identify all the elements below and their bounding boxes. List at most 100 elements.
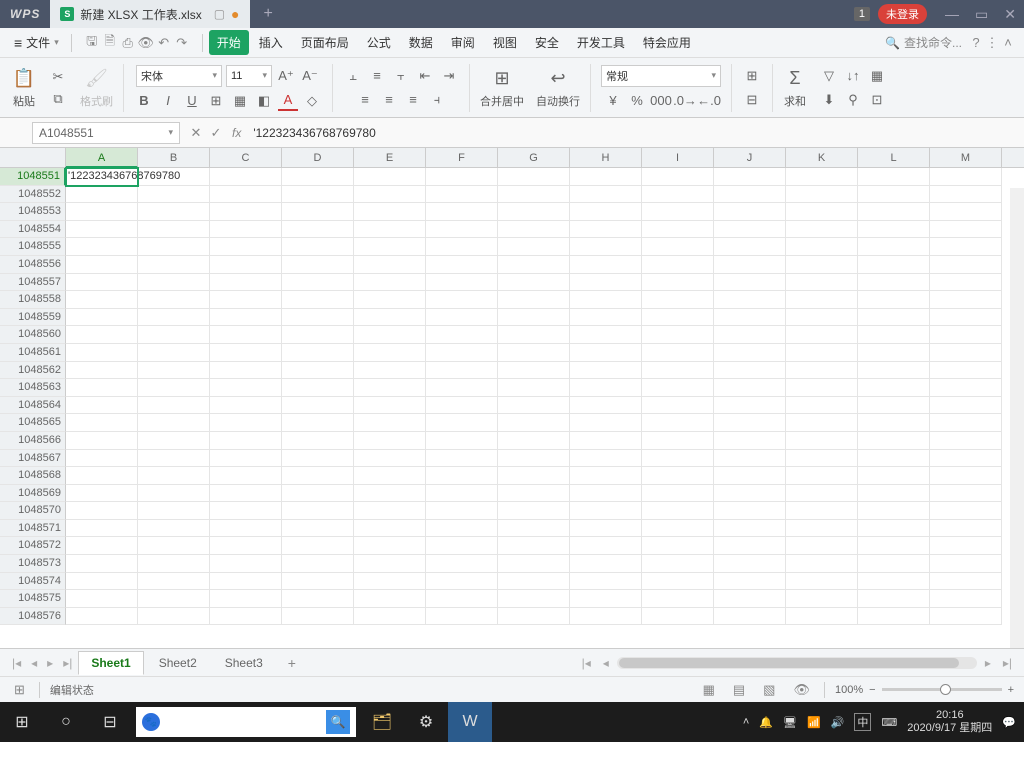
cell[interactable] [858, 520, 930, 538]
cell[interactable] [570, 274, 642, 292]
cell[interactable] [498, 590, 570, 608]
cell[interactable] [930, 274, 1002, 292]
hscroll-thumb[interactable] [619, 658, 959, 668]
cell[interactable] [714, 362, 786, 380]
collapse-ribbon-icon[interactable]: ˄ [1000, 35, 1016, 51]
column-header[interactable]: D [282, 148, 354, 168]
cell[interactable] [714, 537, 786, 555]
cell[interactable] [354, 221, 426, 239]
cell[interactable] [498, 238, 570, 256]
cell[interactable] [66, 379, 138, 397]
wrap-icon[interactable]: ↩ [546, 67, 570, 91]
cell[interactable] [210, 397, 282, 415]
cell[interactable] [210, 450, 282, 468]
cell[interactable] [642, 221, 714, 239]
cell[interactable] [138, 432, 210, 450]
view-break-icon[interactable]: ▧ [759, 682, 779, 698]
cell[interactable] [66, 186, 138, 204]
cell[interactable] [426, 450, 498, 468]
view-normal-icon[interactable]: ▦ [699, 682, 719, 698]
settings-icon[interactable]: ⚙ [404, 702, 448, 742]
cell[interactable] [714, 467, 786, 485]
sheet-nav-first-icon[interactable]: |◂ [8, 656, 25, 670]
cell[interactable] [786, 502, 858, 520]
cell[interactable] [138, 537, 210, 555]
cell[interactable] [498, 203, 570, 221]
sheet-tab-3[interactable]: Sheet3 [212, 651, 276, 675]
row-header[interactable]: 1048568 [0, 467, 66, 485]
cancel-edit-icon[interactable]: ✕ [186, 125, 206, 141]
cell[interactable] [498, 537, 570, 555]
row-header[interactable]: 1048570 [0, 502, 66, 520]
cell[interactable] [786, 414, 858, 432]
cell[interactable] [642, 238, 714, 256]
cell[interactable] [930, 291, 1002, 309]
insert-cells-icon[interactable]: ⊞ [742, 66, 762, 86]
cell[interactable] [570, 414, 642, 432]
column-header[interactable]: I [642, 148, 714, 168]
comma-icon[interactable]: 000 [651, 91, 671, 111]
row-header[interactable]: 1048551 [0, 168, 66, 186]
notification-badge[interactable]: 1 [854, 7, 870, 21]
cell[interactable] [930, 309, 1002, 327]
cell[interactable] [282, 485, 354, 503]
tab-formula[interactable]: 公式 [359, 30, 399, 55]
percent-icon[interactable]: % [627, 91, 647, 111]
increase-font-icon[interactable]: A⁺ [276, 66, 296, 86]
cell[interactable] [426, 291, 498, 309]
cell[interactable] [138, 326, 210, 344]
cell[interactable] [858, 274, 930, 292]
column-header[interactable]: H [570, 148, 642, 168]
column-header[interactable]: J [714, 148, 786, 168]
cell[interactable] [786, 238, 858, 256]
cell[interactable] [642, 608, 714, 626]
task-view-icon[interactable]: ⊟ [88, 702, 132, 742]
cell[interactable] [210, 256, 282, 274]
cell[interactable] [786, 291, 858, 309]
cell[interactable] [714, 168, 786, 186]
zoom-out-button[interactable]: − [869, 684, 875, 696]
cell[interactable] [858, 467, 930, 485]
cell[interactable] [354, 590, 426, 608]
minimize-button[interactable]: — [937, 6, 967, 22]
cell[interactable] [930, 537, 1002, 555]
cell[interactable] [642, 309, 714, 327]
cell[interactable] [786, 397, 858, 415]
tab-view[interactable]: 视图 [485, 30, 525, 55]
cell[interactable] [66, 362, 138, 380]
cell[interactable] [66, 608, 138, 626]
cell[interactable] [138, 414, 210, 432]
cell[interactable] [498, 502, 570, 520]
zoom-thumb[interactable] [940, 684, 951, 695]
cell[interactable] [282, 344, 354, 362]
row-header[interactable]: 1048555 [0, 238, 66, 256]
cell[interactable] [570, 186, 642, 204]
cell[interactable] [570, 362, 642, 380]
cell[interactable] [210, 326, 282, 344]
cell[interactable] [714, 274, 786, 292]
cell[interactable] [930, 502, 1002, 520]
battery-icon[interactable]: 🖥 [783, 716, 797, 729]
cell[interactable] [930, 168, 1002, 186]
cell[interactable] [930, 186, 1002, 204]
volume-icon[interactable]: 🔊 [831, 716, 845, 729]
cell[interactable] [138, 502, 210, 520]
cell[interactable] [210, 238, 282, 256]
cell[interactable] [714, 520, 786, 538]
cell[interactable] [498, 467, 570, 485]
cell[interactable] [642, 432, 714, 450]
cell[interactable] [858, 502, 930, 520]
cell[interactable] [570, 291, 642, 309]
hscroll-left-icon[interactable]: |◂ [578, 656, 595, 670]
cell[interactable] [210, 502, 282, 520]
cell[interactable] [930, 573, 1002, 591]
freeze-icon[interactable]: ⊡ [867, 90, 887, 110]
cell[interactable] [930, 221, 1002, 239]
cell[interactable] [858, 344, 930, 362]
cell[interactable] [858, 537, 930, 555]
italic-button[interactable]: I [158, 91, 178, 111]
cell[interactable] [498, 186, 570, 204]
cell[interactable] [858, 203, 930, 221]
cell[interactable] [786, 362, 858, 380]
save-icon[interactable]: 🖫 [84, 35, 100, 51]
